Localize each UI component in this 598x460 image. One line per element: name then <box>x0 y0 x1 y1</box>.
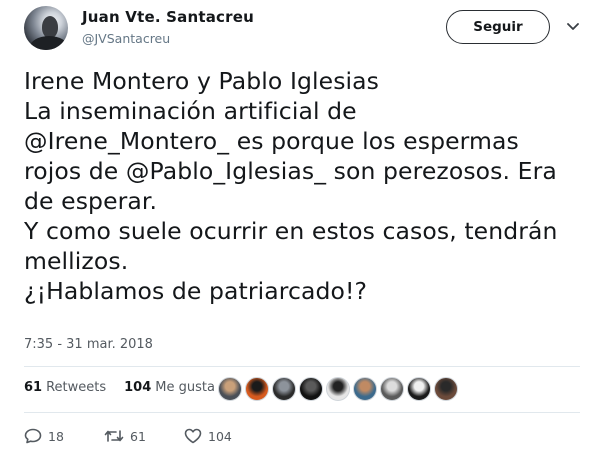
author-avatar[interactable] <box>24 6 68 50</box>
avatar-shoulders <box>30 36 68 50</box>
liker-avatars <box>218 377 458 401</box>
liker-avatar[interactable] <box>407 377 431 401</box>
like-count: 104 <box>208 428 232 444</box>
liker-avatar[interactable] <box>380 377 404 401</box>
liker-avatar[interactable] <box>218 377 242 401</box>
tweet-line: Y como suele ocurrir en estos casos, ten… <box>24 217 558 245</box>
retweet-icon <box>104 429 124 443</box>
tweet-line: @Irene_Montero_ es porque los espermas <box>24 127 519 155</box>
likes-label[interactable]: Me gusta <box>155 380 215 395</box>
tweet-line: La inseminación artificial de <box>24 97 357 125</box>
tweet-timestamp[interactable]: 7:35 - 31 mar. 2018 <box>24 337 153 352</box>
reply-button[interactable]: 18 <box>24 428 104 444</box>
liker-avatar[interactable] <box>434 377 458 401</box>
tweet-line: Irene Montero y Pablo Iglesias <box>24 67 380 95</box>
reply-icon <box>24 428 42 444</box>
retweet-count: 61 <box>130 428 146 444</box>
retweet-button[interactable]: 61 <box>104 429 184 444</box>
divider <box>24 366 580 367</box>
liker-avatar[interactable] <box>299 377 323 401</box>
liker-avatar[interactable] <box>245 377 269 401</box>
retweets-label[interactable]: Retweets <box>46 380 106 395</box>
follow-button[interactable]: Seguir <box>446 10 550 44</box>
likes-count[interactable]: 104 <box>124 380 151 395</box>
divider <box>24 412 580 413</box>
tweet-line: rojos de @Pablo_Iglesias_ son perezosos.… <box>24 157 557 185</box>
tweet-line: de esperar. <box>24 187 158 215</box>
liker-avatar[interactable] <box>353 377 377 401</box>
author-handle[interactable]: @JVSantacreu <box>82 31 170 46</box>
tweet-text: Irene Montero y Pablo Iglesias La insemi… <box>24 66 584 306</box>
tweet-line: ¿¡Hablamos de patriarcado!? <box>24 277 368 305</box>
retweets-count[interactable]: 61 <box>24 380 42 395</box>
like-button[interactable]: 104 <box>184 428 232 444</box>
author-name[interactable]: Juan Vte. Santacreu <box>82 8 254 26</box>
tweet-actions: 18 61 104 <box>24 428 232 444</box>
avatar-face <box>42 16 58 38</box>
liker-avatar[interactable] <box>326 377 350 401</box>
chevron-down-icon[interactable] <box>566 22 580 32</box>
tweet-line: mellizos. <box>24 247 129 275</box>
liker-avatar[interactable] <box>272 377 296 401</box>
engagement-stats: 61 Retweets 104 Me gusta <box>24 380 215 395</box>
reply-count: 18 <box>48 428 64 444</box>
heart-icon <box>184 428 202 444</box>
